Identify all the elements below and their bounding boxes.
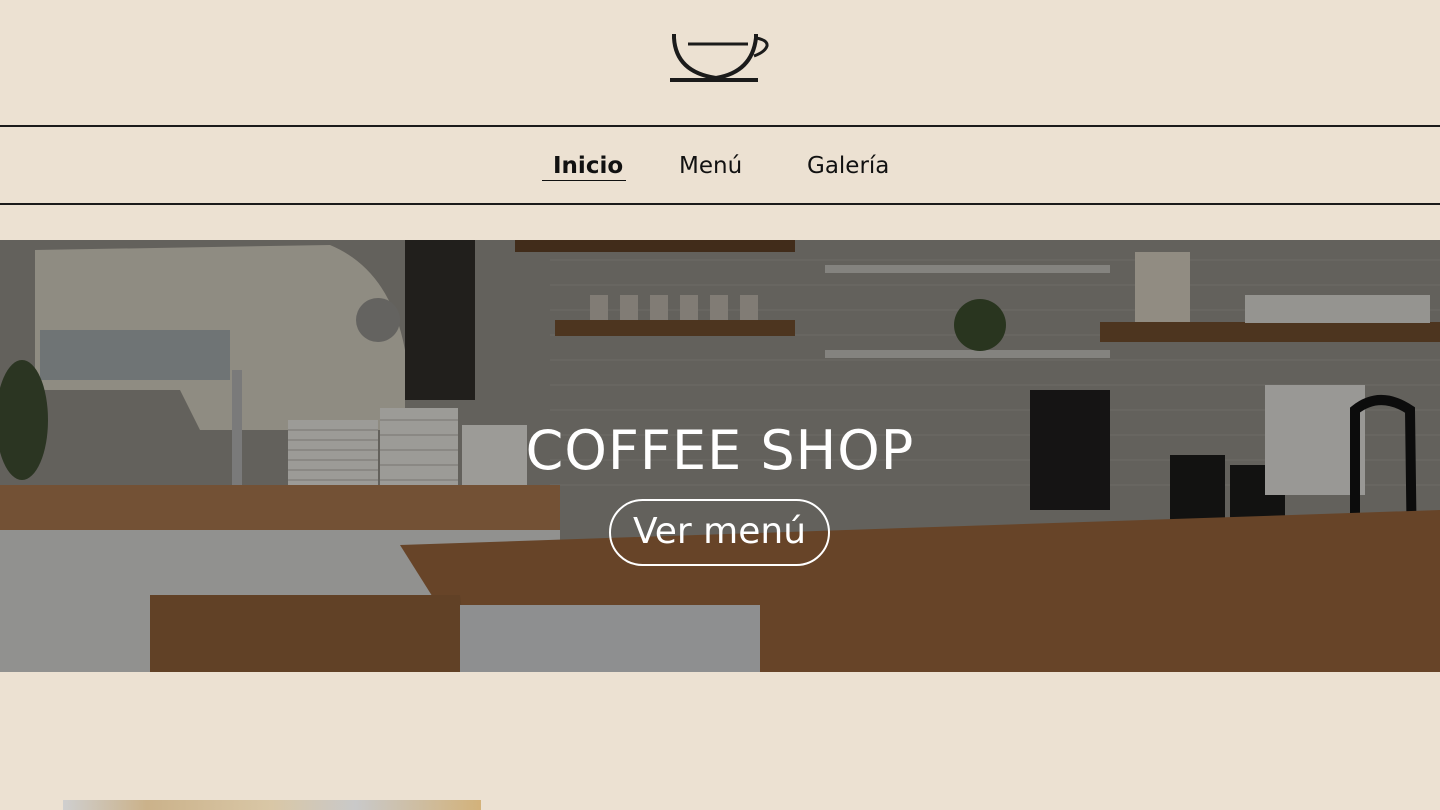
view-menu-button[interactable]: Ver menú xyxy=(609,499,830,566)
active-nav-underline xyxy=(542,180,626,181)
nav-item-inicio[interactable]: Inicio xyxy=(553,151,623,181)
main-navigation: Inicio Menú Galería xyxy=(0,125,1440,205)
coffee-cup-icon[interactable] xyxy=(668,28,772,86)
nav-item-menu[interactable]: Menú xyxy=(679,151,742,181)
hero-banner: COFFEE SHOP Ver menú xyxy=(0,240,1440,672)
site-header xyxy=(0,0,1440,126)
nav-item-galeria[interactable]: Galería xyxy=(807,151,889,181)
hero-title: COFFEE SHOP xyxy=(525,419,915,482)
gallery-image-preview xyxy=(63,800,481,810)
